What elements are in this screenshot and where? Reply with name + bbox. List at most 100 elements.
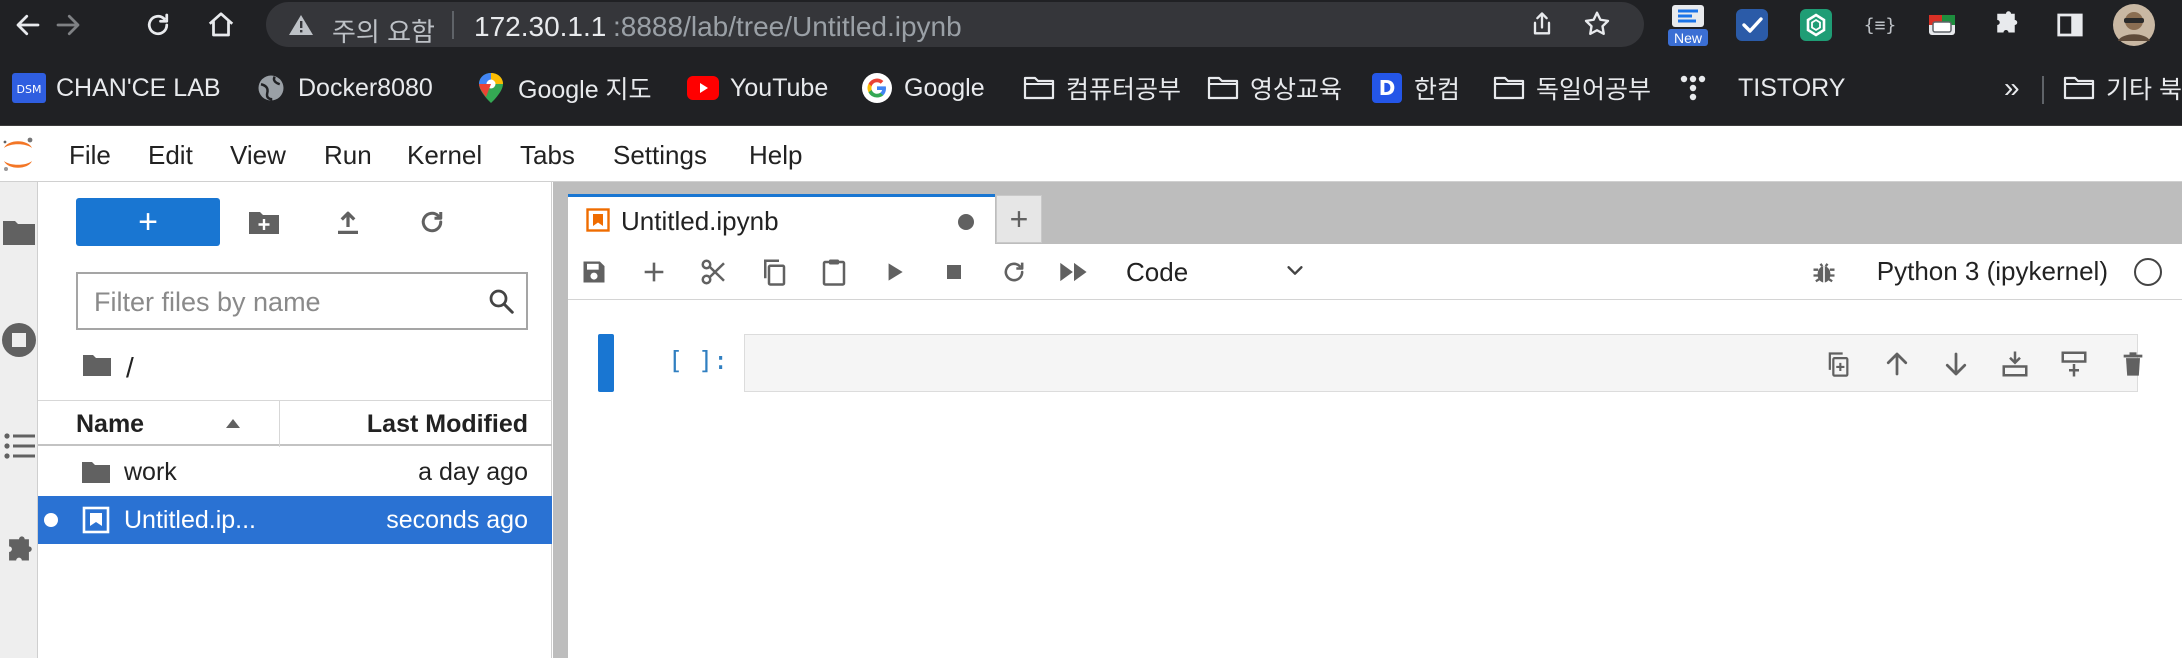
move-up-arrow-icon[interactable] [1879, 346, 1915, 382]
filter-files-input[interactable] [94, 282, 474, 322]
extensions-puzzle-icon[interactable] [1988, 7, 2024, 43]
column-divider[interactable] [279, 401, 280, 447]
forward-icon[interactable] [52, 9, 84, 41]
menu-tabs[interactable]: Tabs [520, 140, 575, 171]
extension-manager-puzzle-icon[interactable] [0, 532, 38, 572]
folder-icon [2062, 71, 2096, 105]
insert-cell-plus-icon[interactable] [636, 254, 672, 290]
file-listing-header: Name Last Modified [38, 400, 552, 447]
capture-extension-icon[interactable] [1924, 7, 1960, 43]
cell-collapser[interactable] [598, 334, 614, 392]
add-tab-label: + [1009, 201, 1029, 237]
menu-kernel[interactable]: Kernel [407, 140, 482, 171]
tab-untitled-notebook[interactable]: Untitled.ipynb [568, 194, 995, 244]
bookmarks-overflow-button[interactable]: » [2004, 70, 2020, 106]
file-browser-folder-icon[interactable] [0, 212, 38, 252]
upload-icon[interactable] [330, 204, 366, 240]
google-icon [860, 71, 894, 105]
bookmark-youtube[interactable]: YouTube [686, 70, 828, 106]
code-cell[interactable]: [ ]: [568, 334, 2182, 394]
column-name-header[interactable]: Name [76, 410, 144, 439]
menu-file[interactable]: File [69, 140, 111, 171]
refresh-icon[interactable] [414, 204, 450, 240]
bookmark-google[interactable]: Google [860, 70, 985, 106]
kernel-status-idle-icon [2134, 258, 2162, 286]
share-icon[interactable] [1528, 10, 1556, 43]
braces-extension-icon[interactable]: {≡} [1862, 7, 1898, 43]
copy-icon[interactable] [756, 254, 792, 290]
warning-icon[interactable] [288, 13, 314, 42]
cell-input-editor[interactable] [744, 334, 2143, 392]
profile-avatar-icon[interactable] [2112, 3, 2156, 47]
menu-settings[interactable]: Settings [613, 140, 707, 171]
check-extension-icon[interactable] [1734, 7, 1770, 43]
bookmark-tistory[interactable]: TISTORY [1676, 70, 1845, 106]
cut-scissors-icon[interactable] [696, 254, 732, 290]
menu-view[interactable]: View [230, 140, 286, 171]
svg-text:D: D [1379, 76, 1396, 100]
save-icon[interactable] [576, 254, 612, 290]
gpt-extension-icon[interactable] [1798, 7, 1834, 43]
menu-edit[interactable]: Edit [148, 140, 193, 171]
home-folder-icon[interactable] [82, 352, 112, 384]
bookmark-folder-computer[interactable]: 컴퓨터공부 [1022, 70, 1181, 106]
new-folder-icon[interactable] [246, 204, 282, 240]
bookmark-chance-lab[interactable]: DSM CHAN'CE LAB [12, 70, 221, 106]
file-row-untitled[interactable]: Untitled.ip... seconds ago [38, 496, 552, 544]
chevron-down-icon [1284, 257, 1306, 288]
jupyter-logo-icon[interactable] [0, 134, 38, 174]
bookmark-label: CHAN'CE LAB [56, 73, 221, 102]
table-of-contents-icon[interactable] [0, 426, 38, 466]
restart-kernel-icon[interactable] [996, 254, 1032, 290]
sort-ascending-icon[interactable] [224, 416, 242, 434]
insert-cell-below-icon[interactable] [2056, 346, 2092, 382]
bookmark-folder-german[interactable]: 독일어공부 [1492, 70, 1651, 106]
menu-bar: File Edit View Run Kernel Tabs Settings … [0, 126, 2182, 182]
menu-help[interactable]: Help [749, 140, 802, 171]
restart-run-all-fast-forward-icon[interactable] [1056, 254, 1092, 290]
run-cell-play-icon[interactable] [876, 254, 912, 290]
file-row-work[interactable]: work a day ago [38, 448, 552, 496]
search-icon[interactable] [486, 286, 516, 321]
new-launcher-button[interactable]: + [76, 198, 220, 246]
security-label[interactable]: 주의 요함 [332, 12, 435, 49]
bookmark-label: Docker8080 [298, 73, 433, 102]
folder-icon [1206, 71, 1240, 105]
move-down-arrow-icon[interactable] [1938, 346, 1974, 382]
bookmark-label: 기타 북 [2106, 76, 2182, 104]
kernel-name-button[interactable]: Python 3 (ipykernel) [1877, 256, 2108, 287]
sidepanel-icon[interactable] [2052, 7, 2088, 43]
tab-label: Untitled.ipynb [621, 206, 779, 236]
breadcrumb-root[interactable]: / [126, 352, 134, 384]
duplicate-cell-icon[interactable] [1820, 346, 1856, 382]
filter-files-box [76, 272, 528, 330]
debugger-bug-icon[interactable] [1806, 254, 1842, 290]
interrupt-stop-icon[interactable] [936, 254, 972, 290]
notebook-icon [80, 504, 112, 536]
bookmark-folder-other[interactable]: 기타 북 [2062, 70, 2182, 106]
menu-run[interactable]: Run [324, 140, 372, 171]
bookmark-google-maps[interactable]: Google 지도 [474, 70, 652, 106]
column-modified-header[interactable]: Last Modified [367, 410, 528, 439]
address-bar[interactable]: 주의 요함 172.30.1.1 :8888/lab/tree/Untitled… [266, 2, 1644, 47]
bookmark-star-icon[interactable] [1582, 9, 1612, 44]
running-kernels-icon[interactable] [0, 320, 38, 360]
add-tab-button[interactable]: + [996, 195, 1042, 243]
paste-clipboard-icon[interactable] [816, 254, 852, 290]
folder-icon [1492, 71, 1526, 105]
cell-type-dropdown[interactable]: Code [1126, 254, 1306, 290]
main-dock-area: Untitled.ipynb + Code Python 3 (ipykerne… [553, 182, 2182, 658]
bookmark-docker8080[interactable]: Docker8080 [254, 70, 433, 106]
new-extension-icon[interactable]: New [1668, 3, 1708, 47]
delete-cell-trash-icon[interactable] [2115, 346, 2151, 382]
bookmark-folder-video[interactable]: 영상교육 [1206, 70, 1342, 106]
insert-cell-above-icon[interactable] [1997, 346, 2033, 382]
reload-icon[interactable] [142, 9, 174, 41]
braces-label: {≡} [1863, 14, 1897, 36]
back-icon[interactable] [12, 9, 44, 41]
svg-text:DSM: DSM [17, 83, 42, 96]
home-icon[interactable] [205, 9, 237, 41]
unsaved-indicator-dot[interactable] [958, 214, 974, 230]
bookmark-hancom[interactable]: D 한컴 [1370, 70, 1460, 106]
extension-badge: New [1673, 30, 1702, 46]
